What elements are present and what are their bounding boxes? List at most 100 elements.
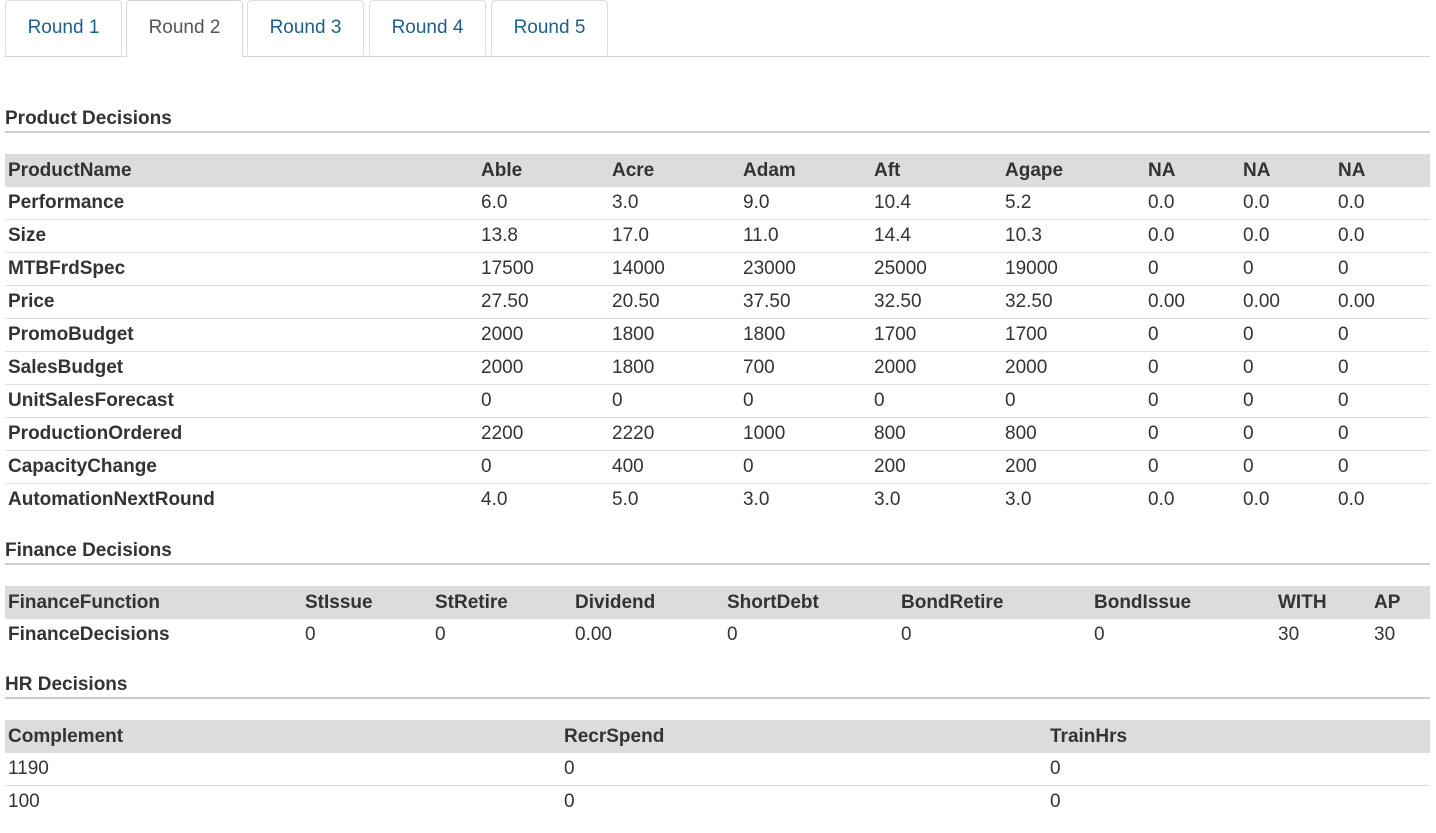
table-cell: 0 — [1047, 785, 1430, 818]
table-cell: 14000 — [609, 252, 740, 286]
table-cell: 37.50 — [740, 285, 871, 319]
table-cell: 0 — [1094, 624, 1105, 645]
table-cell: 14.4 — [871, 219, 1002, 253]
table-row: Price 27.50 20.50 37.50 32.50 32.50 0.00 0.00 0.… — [5, 285, 1430, 319]
finance-column-header: ShortDebt — [724, 586, 898, 619]
table-cell: 23000 — [740, 252, 871, 286]
tab-round-1[interactable]: Round 1 — [5, 0, 122, 55]
table-cell: 1800 — [609, 318, 740, 352]
table-cell: 0 — [1145, 384, 1240, 418]
row-label: Performance — [8, 192, 125, 213]
table-cell: 0.0 — [1148, 192, 1175, 213]
row-label: 100 — [5, 785, 561, 818]
table-cell: 0 — [1335, 318, 1430, 352]
table-row: FinanceDecisions 0 0 0.00 0 0 0 30 30 — [5, 619, 1430, 651]
table-row: Performance 6.0 3.0 9.0 10.4 5.2 0.0 0.0 0.0 — [5, 187, 1430, 220]
tab-round-3[interactable]: Round 3 — [247, 0, 364, 55]
tab-round-2[interactable]: Round 2 — [126, 0, 243, 57]
table-cell: 0 — [609, 384, 740, 418]
table-cell: 0 — [1335, 351, 1430, 385]
tab-round-5[interactable]: Round 5 — [491, 0, 608, 55]
product-decisions-table: ProductName Able Acre Adam Aft Agape NA NA NA Pe… — [5, 154, 1430, 516]
table-cell: 5.2 — [1005, 192, 1032, 213]
table-cell: 9.0 — [743, 192, 770, 213]
hr-column-header: RecrSpend — [561, 720, 1047, 753]
table-cell: 0 — [1240, 318, 1335, 352]
table-cell: 0.0 — [1335, 483, 1430, 516]
table-cell: 0.0 — [1145, 219, 1240, 253]
table-cell: 200 — [1002, 450, 1145, 484]
table-cell: 30 — [1278, 624, 1300, 645]
table-cell: 0 — [727, 624, 738, 645]
row-label: Size — [5, 219, 478, 253]
product-column-header: NA — [1145, 154, 1240, 187]
finance-column-header: StIssue — [302, 586, 432, 619]
hr-column-header: Complement — [5, 720, 561, 753]
table-cell: 17500 — [478, 252, 609, 286]
product-column-header: NA — [1240, 154, 1335, 187]
table-cell: 32.50 — [1002, 285, 1145, 319]
finance-column-header: BondIssue — [1091, 586, 1275, 619]
table-cell: 0.0 — [1240, 483, 1335, 516]
product-column-header: Aft — [871, 154, 1002, 187]
table-cell: 0 — [1145, 351, 1240, 385]
row-label: ProductionOrdered — [5, 417, 478, 451]
table-cell: 200 — [871, 450, 1002, 484]
finance-column-header: FinanceFunction — [5, 586, 302, 619]
table-cell: 10.4 — [874, 192, 911, 213]
product-column-header: NA — [1335, 154, 1430, 187]
row-label: Price — [5, 285, 478, 319]
table-cell: 2220 — [609, 417, 740, 451]
row-label: AutomationNextRound — [5, 483, 478, 516]
table-cell: 0 — [1335, 252, 1430, 286]
finance-column-header: AP — [1371, 586, 1430, 619]
hr-decisions-title: HR Decisions — [5, 674, 1430, 699]
table-cell: 3.0 — [871, 483, 1002, 516]
table-cell: 0 — [1050, 758, 1061, 779]
row-label: PromoBudget — [5, 318, 478, 352]
table-cell: 0 — [1240, 450, 1335, 484]
table-cell: 0 — [1240, 384, 1335, 418]
product-column-header: ProductName — [5, 154, 478, 187]
table-cell: 0 — [740, 450, 871, 484]
table-cell: 0 — [561, 785, 1047, 818]
finance-decisions-table: FinanceFunction StIssue StRetire Dividend Sh… — [5, 586, 1430, 651]
table-cell: 0.00 — [1145, 285, 1240, 319]
table-cell: 0.00 — [1240, 285, 1335, 319]
finance-column-header: Dividend — [572, 586, 724, 619]
round-tabs: Round 1 Round 2 Round 3 Round 4 Round 5 — [5, 0, 1430, 57]
table-cell: 0 — [435, 624, 446, 645]
table-cell: 6.0 — [481, 192, 508, 213]
table-cell: 3.0 — [740, 483, 871, 516]
product-column-header: Agape — [1002, 154, 1145, 187]
product-column-header: Acre — [609, 154, 740, 187]
table-cell: 0 — [1240, 252, 1335, 286]
table-cell: 0.0 — [1145, 483, 1240, 516]
table-cell: 5.0 — [609, 483, 740, 516]
table-cell: 1000 — [740, 417, 871, 451]
table-cell: 0 — [1335, 417, 1430, 451]
table-cell: 19000 — [1002, 252, 1145, 286]
hr-column-header: TrainHrs — [1047, 720, 1430, 753]
table-cell: 0.0 — [1243, 192, 1270, 213]
table-cell: 0 — [305, 624, 316, 645]
table-row: AutomationNextRound 4.0 5.0 3.0 3.0 3.0 0.0 0.0… — [5, 483, 1430, 516]
product-column-header: Able — [478, 154, 609, 187]
table-cell: 1800 — [609, 351, 740, 385]
row-label: 1190 — [8, 758, 49, 779]
row-label: FinanceDecisions — [8, 624, 170, 645]
table-cell: 700 — [740, 351, 871, 385]
table-cell: 800 — [1002, 417, 1145, 451]
table-row: SalesBudget 2000 1800 700 2000 2000 0 0 0 — [5, 351, 1430, 385]
table-cell: 2000 — [478, 318, 609, 352]
table-row: CapacityChange 0 400 0 200 200 0 0 0 — [5, 450, 1430, 484]
table-cell: 2200 — [478, 417, 609, 451]
table-cell: 0 — [1335, 384, 1430, 418]
table-cell: 3.0 — [1002, 483, 1145, 516]
tab-round-4[interactable]: Round 4 — [369, 0, 486, 55]
table-cell: 13.8 — [478, 219, 609, 253]
row-label: MTBFrdSpec — [5, 252, 478, 286]
table-row: 1190 0 0 — [5, 753, 1430, 786]
table-cell: 0 — [564, 758, 575, 779]
table-cell: 25000 — [871, 252, 1002, 286]
